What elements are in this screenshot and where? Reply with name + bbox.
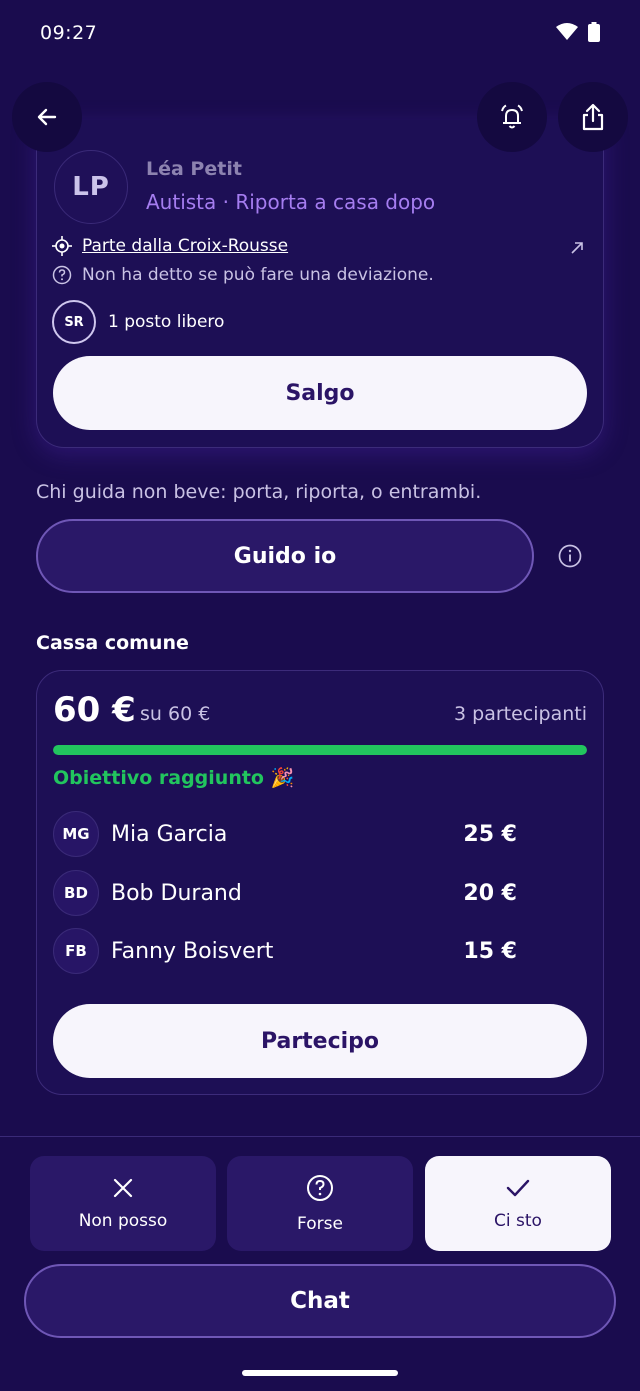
driver-avatar: LP <box>54 150 128 224</box>
close-icon <box>113 1178 133 1197</box>
back-button[interactable] <box>12 82 82 152</box>
participate-button[interactable]: Partecipo <box>53 1004 587 1078</box>
contributor-row: FB Fanny Boisvert 15 € <box>53 928 517 974</box>
contributor-amount: 25 € <box>463 821 517 847</box>
rsvp-maybe-label: Forse <box>297 1213 343 1234</box>
contributor-avatar: MG <box>53 811 99 857</box>
alarm-bell-icon <box>501 104 523 129</box>
driver-role: Autista · Riporta a casa dopo <box>146 190 436 214</box>
participants-count: 3 partecipanti <box>454 703 587 725</box>
wifi-icon <box>556 23 578 40</box>
contributor-name: Bob Durand <box>111 880 242 906</box>
arrow-left-icon <box>37 108 57 126</box>
goal-reached-text: Obiettivo raggiunto 🎉 <box>53 767 295 789</box>
external-link-icon[interactable] <box>569 240 585 256</box>
join-ride-button[interactable]: Salgo <box>53 356 587 430</box>
share-button[interactable] <box>558 82 628 152</box>
rsvp-maybe-button[interactable]: Forse <box>227 1156 413 1251</box>
reminder-button[interactable] <box>477 82 547 152</box>
status-icons <box>556 22 600 42</box>
seat-avatar: SR <box>52 300 96 344</box>
battery-icon <box>588 22 600 42</box>
check-icon <box>506 1179 530 1196</box>
contributor-row: MG Mia Garcia 25 € <box>53 811 517 857</box>
drive-myself-button[interactable]: Guido io <box>36 519 534 593</box>
departure-link[interactable]: Parte dalla Croix-Rousse <box>82 236 288 256</box>
info-icon[interactable] <box>557 543 583 569</box>
fund-progress-fill <box>53 745 587 755</box>
fund-progress-bar <box>53 745 587 755</box>
seat-row: SR 1 posto libero <box>52 300 224 344</box>
contributor-avatar: FB <box>53 928 99 974</box>
driver-hint: Chi guida non beve: porta, riporta, o en… <box>36 481 482 503</box>
rsvp-yes-button[interactable]: Ci sto <box>425 1156 611 1251</box>
driver-name: Léa Petit <box>146 158 242 180</box>
contributor-row: BD Bob Durand 20 € <box>53 870 517 916</box>
detour-note: Non ha detto se può fare una deviazione. <box>82 265 434 285</box>
share-icon <box>582 103 604 131</box>
contributor-name: Fanny Boisvert <box>111 938 274 964</box>
contributor-amount: 20 € <box>463 880 517 906</box>
help-circle-icon <box>52 265 72 285</box>
fund-target: su 60 € <box>140 703 211 725</box>
rsvp-no-label: Non posso <box>78 1210 168 1231</box>
detour-row: Non ha detto se può fare una deviazione. <box>52 265 434 285</box>
help-circle-icon <box>307 1174 333 1201</box>
fund-title: Cassa comune <box>36 632 189 654</box>
home-indicator[interactable] <box>242 1370 398 1376</box>
contributor-avatar: BD <box>53 870 99 916</box>
contributor-amount: 15 € <box>463 938 517 964</box>
fund-amount: 60 € <box>53 690 136 730</box>
seats-available: 1 posto libero <box>108 312 225 332</box>
bottom-divider <box>0 1136 640 1137</box>
contributor-name: Mia Garcia <box>111 821 228 847</box>
rsvp-no-button[interactable]: Non posso <box>30 1156 216 1251</box>
location-target-icon <box>52 236 72 256</box>
status-time: 09:27 <box>40 22 98 44</box>
departure-row[interactable]: Parte dalla Croix-Rousse <box>52 236 288 256</box>
rsvp-yes-label: Ci sto <box>494 1210 542 1231</box>
chat-button[interactable]: Chat <box>24 1264 616 1338</box>
